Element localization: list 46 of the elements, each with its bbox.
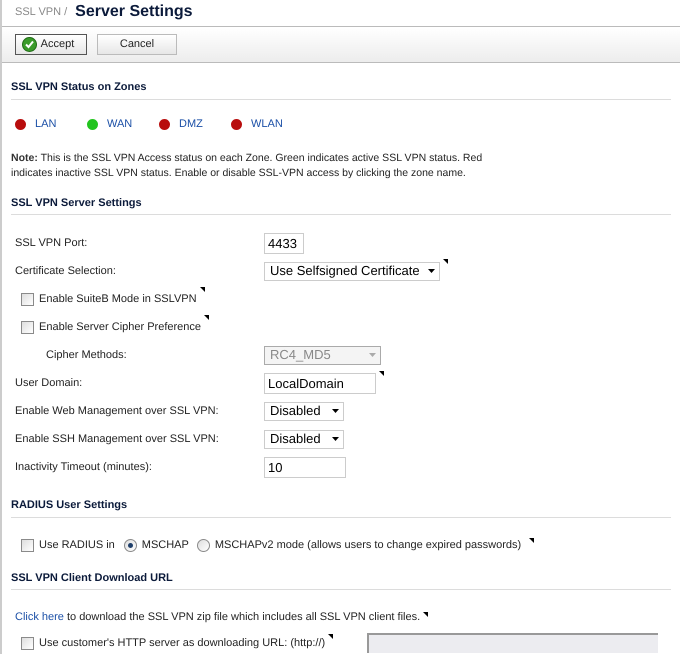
note-text: Note: This is the SSL VPN Access status on each Zone. Green indicates active SSL VPN status. Red indicates inactive SSL VPN status. Enable or disable SSL-VPN access by clicking the zone name. (11, 150, 484, 180)
field-label: Certificate Selection: (14, 264, 117, 279)
checkbox[interactable] (21, 539, 34, 552)
checkbox-label: Enable Server Cipher Preference (39, 320, 202, 335)
dropdown[interactable]: Use Selfsigned Certificate (264, 262, 440, 280)
accept-button[interactable]: Accept (15, 34, 87, 55)
caret-icon (332, 409, 339, 413)
checkmark-icon (22, 37, 37, 52)
radio-label: MSCHAPv2 mode (allows users to change expired passwords) (214, 538, 522, 554)
input-field[interactable]: LocalDomain (264, 372, 376, 394)
caret-icon (428, 269, 435, 273)
section-heading: SSL VPN Status on Zones (11, 81, 146, 93)
field-label: Enable SSH Management over SSL VPN: (14, 432, 220, 447)
cancel-button[interactable]: Cancel (97, 34, 177, 55)
field-label: SSL VPN Port: (14, 236, 88, 251)
section-heading: RADIUS User Settings (11, 499, 128, 511)
download-link[interactable]: Click here (15, 610, 64, 623)
dropdown[interactable]: Disabled (264, 402, 344, 420)
checkbox[interactable] (21, 636, 34, 650)
input-field[interactable]: 4433 (264, 232, 304, 254)
section-heading: SSL VPN Client Download URL (11, 572, 173, 584)
caret-icon (332, 437, 339, 441)
radio-button[interactable] (124, 539, 137, 552)
checkbox[interactable] (21, 320, 34, 334)
checkbox[interactable] (21, 292, 34, 306)
download-sentence: Click here to download the SSL VPN zip file which includes all SSL VPN client files. (15, 610, 420, 625)
caret-icon (369, 353, 376, 357)
field-label: Inactivity Timeout (minutes): (14, 460, 153, 475)
field-label: Cipher Methods: (45, 348, 128, 363)
checkbox-label: Use customer's HTTP server as downloading URL: (http://) (39, 636, 326, 651)
page-title: Server Settings (75, 4, 193, 20)
radio-label: MSCHAP (142, 538, 189, 554)
input-field[interactable]: 10 (264, 456, 346, 478)
field-label: User Domain: (14, 376, 84, 391)
dropdown: RC4_MD5 (264, 346, 381, 364)
checkbox-label: Use RADIUS in (39, 538, 115, 554)
zone-link[interactable]: LAN (35, 116, 56, 133)
zone-link[interactable]: WLAN (251, 116, 283, 133)
section-heading: SSL VPN Server Settings (11, 196, 142, 208)
zone-link[interactable]: WAN (107, 116, 132, 133)
dropdown[interactable]: Disabled (264, 430, 344, 448)
radio-button[interactable] (196, 539, 210, 552)
checkbox-label: Enable SuiteB Mode in SSLVPN (39, 292, 197, 307)
zone-link[interactable]: DMZ (179, 116, 203, 133)
field-label: Enable Web Management over SSL VPN: (14, 404, 220, 419)
breadcrumb[interactable]: SSL VPN / (15, 4, 68, 20)
